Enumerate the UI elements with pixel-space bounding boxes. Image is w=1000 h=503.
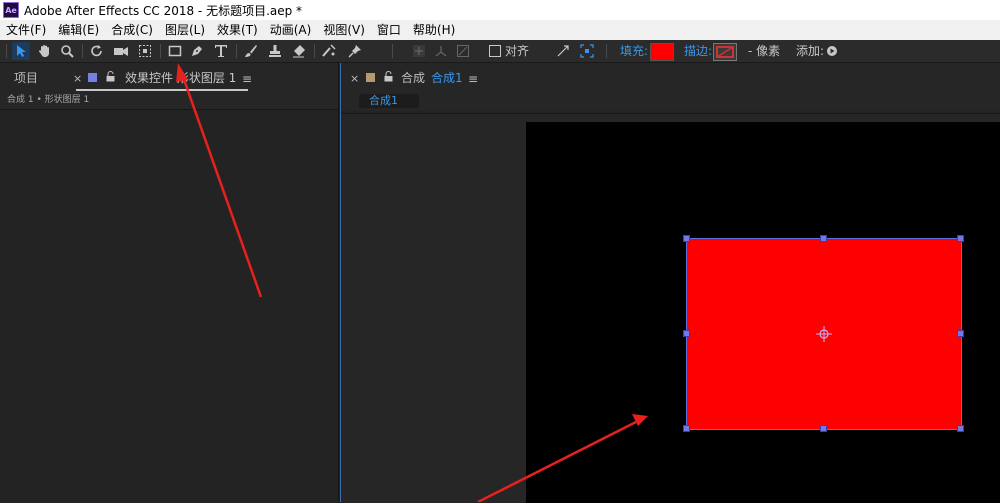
anchor-point-icon[interactable] — [815, 325, 833, 346]
local-axis-mode-icon[interactable] — [410, 42, 428, 60]
transform-handle[interactable] — [820, 235, 827, 242]
toolbar-separator — [314, 44, 315, 58]
effects-controls-panel: 项目 × 效果控件 形状图层 1 ≡ 合成 1 • 形状图层 1 — [0, 63, 339, 502]
snap-grid-icon[interactable] — [578, 42, 596, 60]
tab-composition[interactable]: 合成1 — [431, 70, 463, 86]
composition-tab-prefix: 合成 — [401, 71, 426, 85]
stroke-label[interactable]: 描边: — [684, 44, 712, 58]
view-axis-mode-icon[interactable] — [454, 42, 472, 60]
after-effects-logo-icon: Ae — [3, 2, 19, 18]
transform-handle[interactable] — [683, 235, 690, 242]
menu-help[interactable]: 帮助(H) — [407, 20, 461, 40]
toolbar-grip — [6, 44, 7, 58]
toolbar-separator — [160, 44, 161, 58]
title-bar: Ae Adobe After Effects CC 2018 - 无标题项目.a… — [0, 0, 1000, 20]
lock-icon[interactable] — [384, 71, 393, 85]
hand-tool-icon[interactable] — [36, 42, 54, 60]
stroke-width-label[interactable]: - 像素 — [748, 44, 780, 58]
window-title: Adobe After Effects CC 2018 - 无标题项目.aep … — [24, 3, 303, 18]
menu-file[interactable]: 文件(F) — [0, 20, 52, 40]
red-rectangle-shape[interactable] — [683, 235, 964, 432]
snapping-label: 对齐 — [505, 44, 530, 58]
add-label: 添加: — [796, 44, 825, 58]
menu-window[interactable]: 窗口 — [371, 20, 407, 40]
clone-stamp-tool-icon[interactable] — [266, 42, 284, 60]
close-tab-icon[interactable]: × — [73, 73, 82, 85]
rotation-tool-icon[interactable] — [88, 42, 106, 60]
layer-breadcrumb-text: 合成 1 • 形状图层 1 — [7, 95, 90, 105]
tools-toolbar: 对齐 填充: 描边: - 像素 添加: — [0, 40, 1000, 63]
pen-tool-icon[interactable] — [188, 42, 206, 60]
menu-animation[interactable]: 动画(A) — [264, 20, 318, 40]
selection-tool-icon[interactable] — [12, 42, 30, 60]
menu-effect[interactable]: 效果(T) — [211, 20, 264, 40]
transform-handle[interactable] — [683, 330, 690, 337]
left-panel-tabs: 项目 × 效果控件 形状图层 1 ≡ — [0, 63, 338, 91]
panel-menu-icon[interactable]: ≡ — [468, 71, 478, 87]
lock-icon[interactable] — [106, 71, 115, 85]
rectangle-tool-icon[interactable] — [166, 42, 184, 60]
panel-menu-icon[interactable]: ≡ — [242, 71, 252, 87]
toolbar-separator — [82, 44, 83, 58]
transform-handle[interactable] — [820, 425, 827, 432]
menu-composition[interactable]: 合成(C) — [105, 20, 159, 40]
menu-edit[interactable]: 编辑(E) — [52, 20, 105, 40]
snapping-checkbox[interactable] — [486, 42, 504, 60]
menu-layer[interactable]: 图层(L) — [159, 20, 211, 40]
tab-project[interactable]: 项目 — [14, 70, 38, 86]
close-tab-icon[interactable]: × — [350, 73, 359, 85]
eraser-tool-icon[interactable] — [290, 42, 308, 60]
effects-breadcrumb: 合成 1 • 形状图层 1 — [0, 91, 338, 110]
add-play-icon[interactable] — [823, 42, 841, 60]
tab-effects-controls[interactable]: 效果控件 形状图层 1 — [125, 70, 236, 86]
toolbar-separator — [236, 44, 237, 58]
pan-behind-tool-icon[interactable] — [136, 42, 154, 60]
fill-color-swatch[interactable] — [650, 43, 674, 61]
composition-navigator: 合成1 — [341, 91, 1000, 111]
snap-extend-icon[interactable] — [554, 42, 572, 60]
fill-label[interactable]: 填充: — [620, 44, 648, 58]
composition-panel-tabs: × 合成 合成1 ≡ — [341, 63, 1000, 91]
toolbar-separator — [392, 44, 393, 58]
camera-tool-icon[interactable] — [112, 42, 130, 60]
stroke-color-swatch[interactable] — [713, 43, 737, 61]
type-tool-icon[interactable] — [212, 42, 230, 60]
menu-view[interactable]: 视图(V) — [317, 20, 371, 40]
transform-handle[interactable] — [957, 330, 964, 337]
composition-canvas[interactable] — [526, 122, 1000, 503]
composition-chip[interactable]: 合成1 — [359, 94, 419, 108]
puppet-pin-tool-icon[interactable] — [346, 42, 364, 60]
composition-panel: × 合成 合成1 ≡ 合成1 — [340, 63, 1000, 503]
roto-brush-tool-icon[interactable] — [320, 42, 338, 60]
toolbar-separator — [606, 44, 607, 58]
world-axis-mode-icon[interactable] — [432, 42, 450, 60]
label-color-swatch — [366, 73, 375, 82]
brush-tool-icon[interactable] — [242, 42, 260, 60]
transform-handle[interactable] — [957, 425, 964, 432]
transform-handle[interactable] — [957, 235, 964, 242]
composition-viewer[interactable] — [341, 113, 1000, 503]
transform-handle[interactable] — [683, 425, 690, 432]
menu-bar: 文件(F) 编辑(E) 合成(C) 图层(L) 效果(T) 动画(A) 视图(V… — [0, 20, 1000, 41]
label-color-swatch — [88, 73, 97, 82]
zoom-tool-icon[interactable] — [58, 42, 76, 60]
